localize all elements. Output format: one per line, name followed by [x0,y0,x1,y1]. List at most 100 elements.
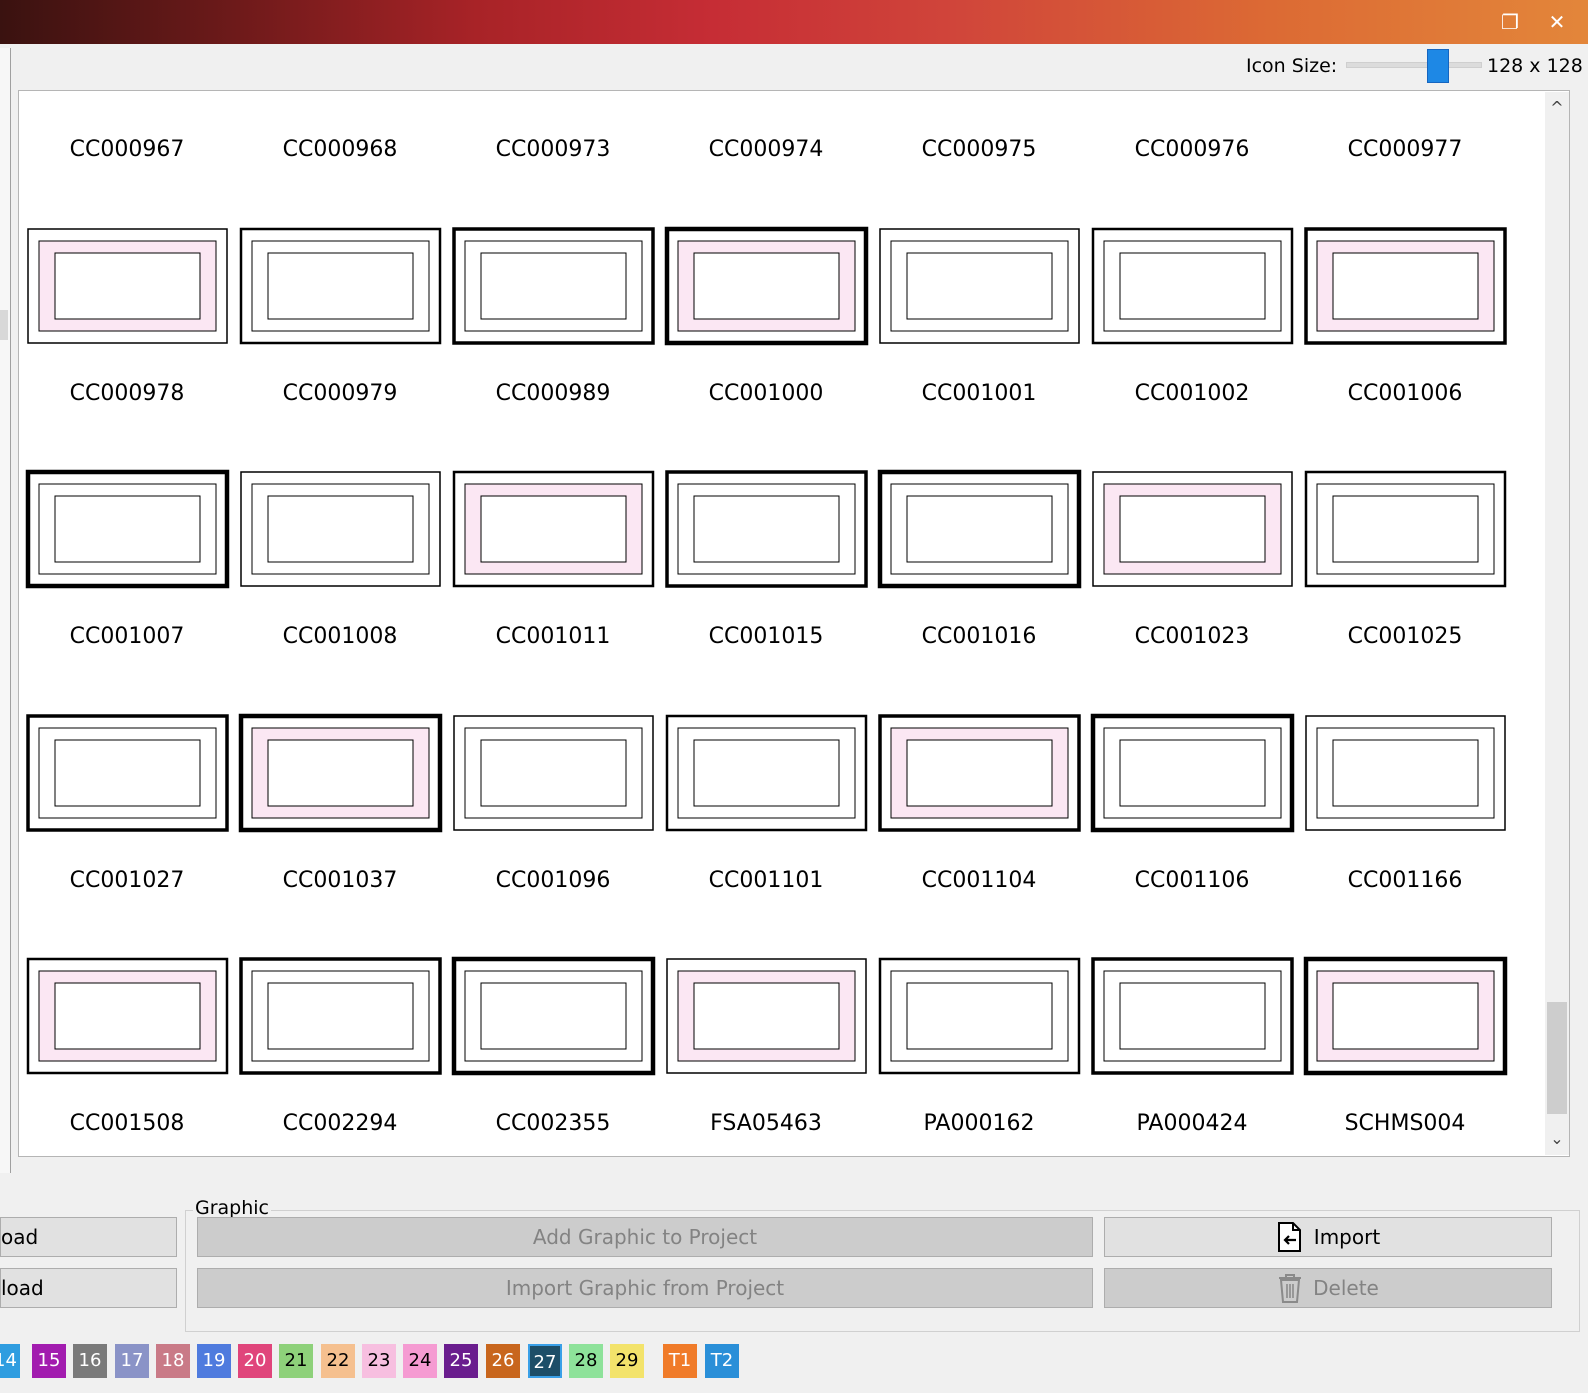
gallery-item-label[interactable]: CC001023 [1084,624,1300,649]
gallery-item-label[interactable]: CC001096 [445,868,661,893]
gallery-item-label[interactable]: CC001006 [1297,381,1513,406]
gallery-item-label[interactable]: CC000968 [232,137,448,162]
gallery-item-thumbnail[interactable] [451,951,656,1081]
gallery-item-label[interactable]: CC000989 [445,381,661,406]
gallery-item-thumbnail[interactable] [877,464,1082,594]
gallery-item-label[interactable]: CC001106 [1084,868,1300,893]
scroll-down-icon[interactable]: ⌄ [1547,1127,1567,1151]
restore-icon[interactable]: ❐ [1496,8,1524,36]
gallery-item-label[interactable]: CC001166 [1297,868,1513,893]
gallery-item-label[interactable]: CC000973 [445,137,661,162]
gallery-item-thumbnail[interactable] [877,708,1082,838]
import-graphic-from-project-button[interactable]: Import Graphic from Project [197,1268,1093,1308]
gallery-item-thumbnail[interactable] [1303,951,1508,1081]
gallery-item-label[interactable]: CC001011 [445,624,661,649]
tab-26[interactable]: 26 [486,1344,520,1378]
gallery-item-label[interactable]: CC002294 [232,1111,448,1136]
left-panel-button-1-label: oad [1,1225,39,1249]
tab-23[interactable]: 23 [362,1344,396,1378]
gallery-item-thumbnail[interactable] [877,221,1082,351]
gallery-item-thumbnail[interactable] [25,221,230,351]
gallery-item-label[interactable]: PA000424 [1084,1111,1300,1136]
add-graphic-to-project-button[interactable]: Add Graphic to Project [197,1217,1093,1257]
tab-29[interactable]: 29 [610,1344,644,1378]
gallery-scrollbar[interactable]: ^ ⌄ [1545,92,1569,1155]
tab-17[interactable]: 17 [115,1344,149,1378]
gallery-item-label[interactable]: SCHMS004 [1297,1111,1513,1136]
delete-button[interactable]: Delete [1104,1268,1552,1308]
gallery-item-label[interactable]: CC001015 [658,624,874,649]
gallery-item-thumbnail[interactable] [877,951,1082,1081]
gallery-item-thumbnail[interactable] [664,708,869,838]
gallery-item-thumbnail[interactable] [238,464,443,594]
gallery-item-label[interactable]: CC001037 [232,868,448,893]
tab-21[interactable]: 21 [279,1344,313,1378]
gallery-item-thumbnail[interactable] [1303,221,1508,351]
tab-t2[interactable]: T2 [705,1344,739,1378]
icon-size-value: 128 x 128 [1487,55,1583,77]
scroll-up-icon[interactable]: ^ [1547,96,1567,120]
gallery-item-thumbnail[interactable] [1090,951,1295,1081]
icon-size-slider-thumb[interactable] [1427,49,1450,83]
gallery-item-label[interactable]: CC001104 [871,868,1087,893]
gallery-item-label[interactable]: CC000975 [871,137,1087,162]
gallery-item-label[interactable]: CC001016 [871,624,1087,649]
tab-t1[interactable]: T1 [663,1344,697,1378]
left-panel-button-2-label: load [1,1276,44,1300]
tab-18[interactable]: 18 [156,1344,190,1378]
gallery-item-label[interactable]: CC001007 [19,624,235,649]
import-file-icon [1277,1222,1301,1252]
gallery-item-label[interactable]: CC000967 [19,137,235,162]
import-button[interactable]: Import [1104,1217,1552,1257]
tab-28[interactable]: 28 [569,1344,603,1378]
gallery-item-thumbnail[interactable] [664,951,869,1081]
gallery-item-thumbnail[interactable] [25,464,230,594]
gallery-item-label[interactable]: CC000977 [1297,137,1513,162]
icon-size-slider-track[interactable] [1346,62,1482,68]
tab-20[interactable]: 20 [238,1344,272,1378]
gallery-item-thumbnail[interactable] [1090,464,1295,594]
gallery-item-label[interactable]: CC001002 [1084,381,1300,406]
gallery-item-label[interactable]: CC000979 [232,381,448,406]
gallery-item-thumbnail[interactable] [25,708,230,838]
gallery-item-label[interactable]: CC001101 [658,868,874,893]
gallery-item-thumbnail[interactable] [451,221,656,351]
tab-19[interactable]: 19 [197,1344,231,1378]
gallery-item-thumbnail[interactable] [238,708,443,838]
gallery-item-label[interactable]: CC001008 [232,624,448,649]
gallery-item-thumbnail[interactable] [451,708,656,838]
gallery-item-thumbnail[interactable] [1090,708,1295,838]
gallery-item-thumbnail[interactable] [1090,221,1295,351]
gallery-item-label[interactable]: CC000978 [19,381,235,406]
gallery-item-thumbnail[interactable] [664,221,869,351]
tab-16[interactable]: 16 [73,1344,107,1378]
close-icon[interactable]: ✕ [1543,8,1571,36]
gallery-item-thumbnail[interactable] [238,221,443,351]
gallery-item-thumbnail[interactable] [238,951,443,1081]
gallery-item-label[interactable]: CC001025 [1297,624,1513,649]
gallery-item-thumbnail[interactable] [664,464,869,594]
tab-27[interactable]: 27 [528,1344,562,1378]
graphic-gallery[interactable]: ^ ⌄ CC000967 CC000968 CC000973 CC000974 CC00… [18,90,1570,1157]
gallery-item-label[interactable]: FSA05463 [658,1111,874,1136]
gallery-item-thumbnail[interactable] [1303,464,1508,594]
gallery-item-label[interactable]: CC001000 [658,381,874,406]
gallery-item-label[interactable]: CC002355 [445,1111,661,1136]
tab-14[interactable]: 14 [0,1344,20,1378]
tab-25[interactable]: 25 [444,1344,478,1378]
gallery-item-label[interactable]: CC000974 [658,137,874,162]
left-panel-button-2[interactable]: load [0,1268,177,1308]
tab-15[interactable]: 15 [32,1344,66,1378]
gallery-item-thumbnail[interactable] [25,951,230,1081]
gallery-item-label[interactable]: CC000976 [1084,137,1300,162]
gallery-item-thumbnail[interactable] [451,464,656,594]
scrollbar-thumb[interactable] [1547,1002,1567,1114]
tab-22[interactable]: 22 [321,1344,355,1378]
gallery-item-label[interactable]: PA000162 [871,1111,1087,1136]
left-panel-button-1[interactable]: oad [0,1217,177,1257]
gallery-item-label[interactable]: CC001027 [19,868,235,893]
gallery-item-label[interactable]: CC001001 [871,381,1087,406]
tab-24[interactable]: 24 [403,1344,437,1378]
gallery-item-label[interactable]: CC001508 [19,1111,235,1136]
gallery-item-thumbnail[interactable] [1303,708,1508,838]
